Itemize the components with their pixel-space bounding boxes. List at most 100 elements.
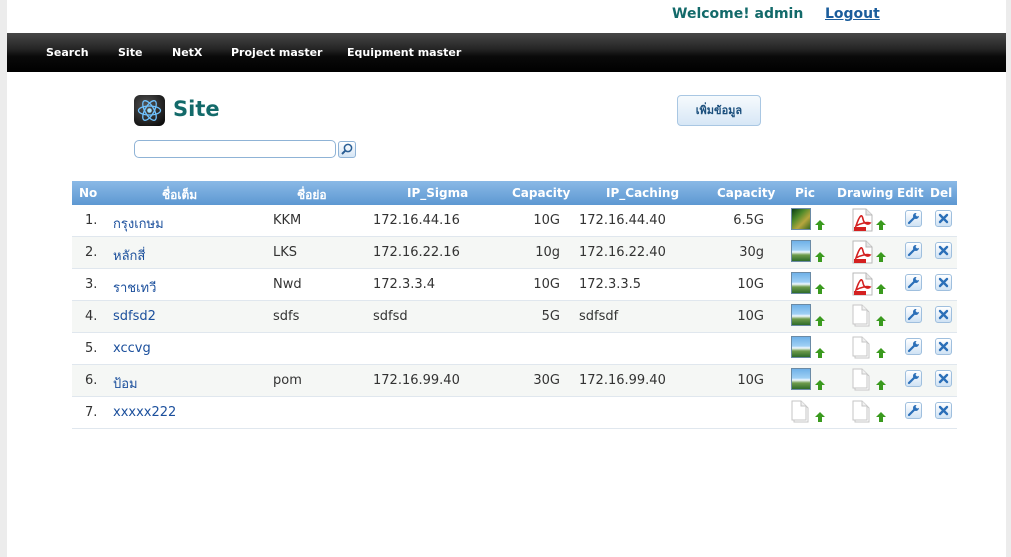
image-file-icon <box>791 336 811 358</box>
ip-sigma: 172.16.99.40 <box>373 373 460 388</box>
blank-file-icon <box>852 368 870 391</box>
edit-button[interactable] <box>905 210 922 227</box>
drawing-upload[interactable] <box>852 240 886 268</box>
nav-netx[interactable]: NetX <box>172 46 202 59</box>
pic-upload[interactable] <box>791 272 825 300</box>
col-ip-caching: IP_Caching <box>606 186 680 200</box>
image-file-icon <box>791 368 811 390</box>
close-x-icon <box>938 373 949 384</box>
upload-arrow-icon <box>876 380 886 390</box>
site-full-name-link[interactable]: xxxxx222 <box>113 405 176 420</box>
table-header: No ชื่อเต็ม ชื่อย่อ IP_Sigma Capacity IP… <box>72 181 957 205</box>
capacity-caching: 6.5G <box>733 213 764 228</box>
upload-arrow-icon <box>876 220 886 230</box>
nav-project-master[interactable]: Project master <box>231 46 322 59</box>
site-table: No ชื่อเต็ม ชื่อย่อ IP_Sigma Capacity IP… <box>72 181 957 429</box>
blank-file-icon <box>852 336 870 359</box>
col-drawing: Drawing <box>837 186 894 200</box>
close-x-icon <box>938 341 949 352</box>
edit-button[interactable] <box>905 242 922 259</box>
delete-button[interactable] <box>935 306 952 323</box>
top-bar: Welcome! admin Logout <box>7 0 1006 33</box>
image-file-icon <box>791 272 811 294</box>
drawing-upload[interactable] <box>852 336 886 364</box>
edit-button[interactable] <box>905 370 922 387</box>
capacity-caching: 30g <box>739 245 764 260</box>
ip-caching: 172.16.22.40 <box>579 245 666 260</box>
capacity-caching: 10G <box>737 309 764 324</box>
table-body: 1. กรุงเกษม KKM 172.16.44.16 10G 172.16.44.40… <box>72 205 957 429</box>
search-input[interactable] <box>134 140 336 158</box>
pic-upload[interactable] <box>791 240 825 268</box>
nav-site[interactable]: Site <box>118 46 142 59</box>
site-full-name-link[interactable]: ราชเทวี <box>113 277 156 298</box>
row-number: 2. <box>85 245 98 260</box>
site-full-name-link[interactable]: หลักสี่ <box>113 245 145 266</box>
close-x-icon <box>938 309 949 320</box>
table-row: 6. ป้อม pom 172.16.99.40 30G 172.16.99.40 10G <box>72 365 957 397</box>
col-pic: Pic <box>795 186 816 200</box>
pic-upload[interactable] <box>791 336 825 364</box>
pic-upload[interactable] <box>791 304 825 332</box>
site-short-name: LKS <box>273 245 298 260</box>
capacity-caching: 10G <box>737 373 764 388</box>
delete-button[interactable] <box>935 338 952 355</box>
upload-arrow-icon <box>815 412 825 422</box>
col-full-name: ชื่อเต็ม <box>162 188 198 202</box>
add-data-button[interactable]: เพิ่มข้อมูล <box>677 95 761 126</box>
nav-equipment-master[interactable]: Equipment master <box>347 46 461 59</box>
row-number: 3. <box>85 277 98 292</box>
row-number: 5. <box>85 341 98 356</box>
site-short-name: pom <box>273 373 302 388</box>
pdf-file-icon <box>852 208 873 232</box>
welcome-text: Welcome! admin <box>672 6 804 22</box>
delete-button[interactable] <box>935 274 952 291</box>
col-no: No <box>79 186 98 200</box>
site-full-name-link[interactable]: sdfsd2 <box>113 309 156 324</box>
site-short-name: sdfs <box>273 309 300 324</box>
site-full-name-link[interactable]: กรุงเกษม <box>113 213 164 234</box>
image-file-icon <box>791 208 811 230</box>
pic-upload[interactable] <box>791 208 825 236</box>
drawing-upload[interactable] <box>852 272 886 300</box>
delete-button[interactable] <box>935 402 952 419</box>
ip-sigma: sdfsd <box>373 309 408 324</box>
ip-sigma: 172.16.44.16 <box>373 213 460 228</box>
logout-link[interactable]: Logout <box>825 6 880 22</box>
site-full-name-link[interactable]: xccvg <box>113 341 151 356</box>
row-number: 4. <box>85 309 98 324</box>
site-full-name-link[interactable]: ป้อม <box>113 373 138 394</box>
nav-search[interactable]: Search <box>46 46 89 59</box>
table-row: 4. sdfsd2 sdfs sdfsd 5G sdfsdf 10G <box>72 301 957 333</box>
delete-button[interactable] <box>935 370 952 387</box>
close-x-icon <box>938 245 949 256</box>
drawing-upload[interactable] <box>852 400 886 428</box>
edit-button[interactable] <box>905 306 922 323</box>
edit-button[interactable] <box>905 274 922 291</box>
upload-arrow-icon <box>876 284 886 294</box>
delete-button[interactable] <box>935 210 952 227</box>
table-row: 3. ราชเทวี Nwd 172.3.3.4 10G 172.3.3.5 10G <box>72 269 957 301</box>
upload-arrow-icon <box>815 380 825 390</box>
image-file-icon <box>791 304 811 326</box>
capacity-sigma: 10g <box>535 245 560 260</box>
wrench-icon <box>907 244 919 257</box>
ip-sigma: 172.3.3.4 <box>373 277 436 292</box>
search-button[interactable] <box>338 141 356 158</box>
col-short-name: ชื่อย่อ <box>297 188 327 202</box>
drawing-upload[interactable] <box>852 304 886 332</box>
delete-button[interactable] <box>935 242 952 259</box>
drawing-upload[interactable] <box>852 368 886 396</box>
upload-arrow-icon <box>876 316 886 326</box>
edit-button[interactable] <box>905 402 922 419</box>
drawing-upload[interactable] <box>852 208 886 236</box>
edit-button[interactable] <box>905 338 922 355</box>
upload-arrow-icon <box>876 348 886 358</box>
pic-upload[interactable] <box>791 368 825 396</box>
upload-arrow-icon <box>815 220 825 230</box>
pic-upload[interactable] <box>791 400 825 428</box>
col-ip-sigma: IP_Sigma <box>407 186 469 200</box>
close-x-icon <box>938 277 949 288</box>
blank-file-icon <box>791 400 809 423</box>
wrench-icon <box>907 340 919 353</box>
